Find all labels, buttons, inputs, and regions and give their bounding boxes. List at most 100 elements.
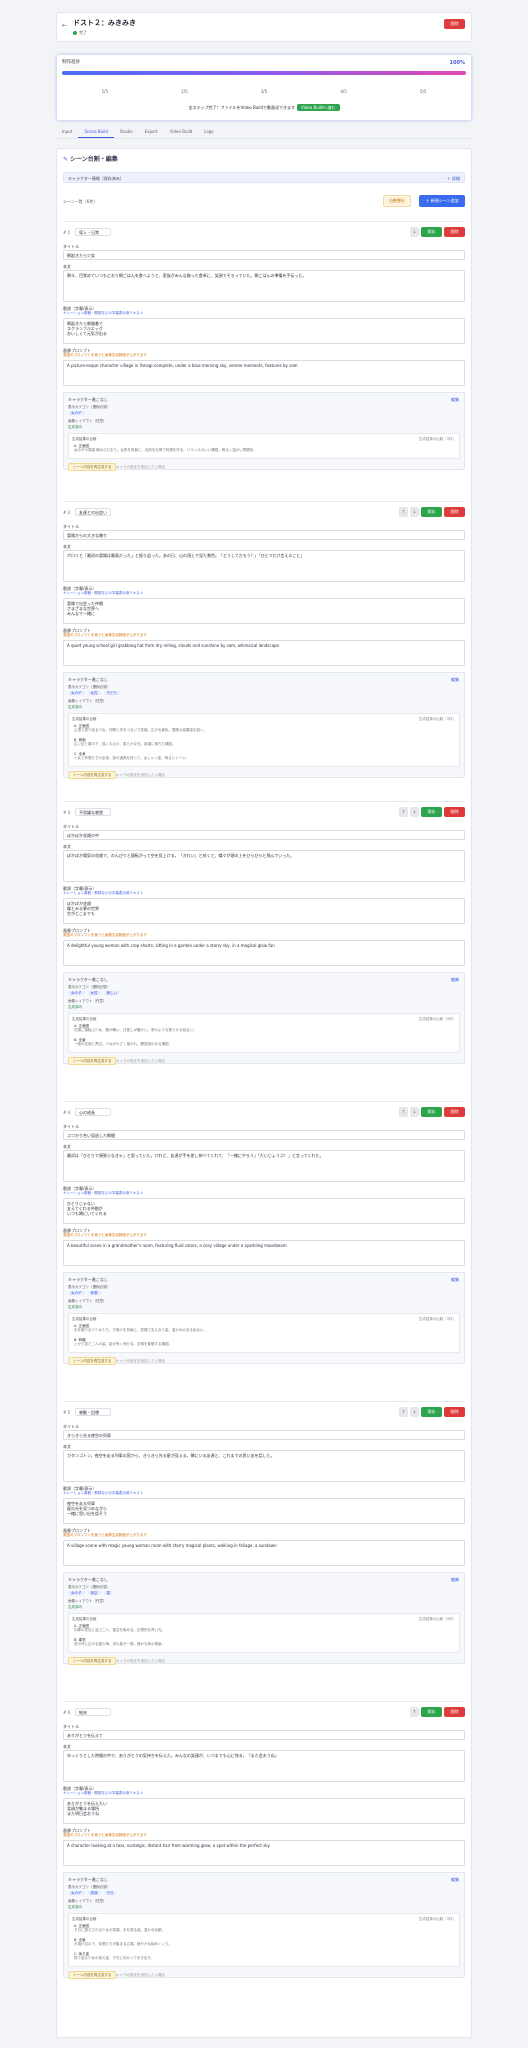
move-up-button[interactable]: ↑ <box>399 807 408 817</box>
category-label: 表示カテゴリ（選択必須） <box>68 685 110 689</box>
emotion-select[interactable]: 感動・回想 <box>75 1408 111 1416</box>
narration-textarea[interactable]: ひとりじゃない 支えてくれる仲間が いつも隣にいてくれる <box>63 1198 465 1224</box>
move-up-button[interactable]: ↑ <box>399 1407 408 1417</box>
move-up-button[interactable]: ↑ <box>399 507 408 517</box>
narration-textarea[interactable]: 朝起きたら制服着て スクランブルエッグ おいしくて元気が出る <box>63 318 465 344</box>
category-chip[interactable]: 子ども <box>103 691 120 696</box>
scene-body-textarea[interactable]: 最初は「ひとりで頑張らなきゃ」と思っていた。けれど、友達が手を差し伸べてくれて、… <box>63 1150 465 1182</box>
emotion-select[interactable]: 友達との出会い <box>75 508 111 516</box>
scene-body-textarea[interactable]: ゆっくりとした時間の中で、ありがとうの気持ちを伝えた。みんなの笑顔が、いつまでも… <box>63 1750 465 1782</box>
tab-video-build[interactable]: Video Build <box>164 128 199 138</box>
tab-studio[interactable]: Studio <box>114 128 139 138</box>
character-panel-title: キャラクター着こなし <box>68 1877 108 1882</box>
category-chip[interactable]: 美しい <box>103 991 120 996</box>
save-scene-button[interactable]: 保存 <box>421 807 442 817</box>
category-chip[interactable]: 仲間 <box>87 1291 101 1296</box>
regenerate-button[interactable]: シーン内容を再生成する <box>68 1057 117 1065</box>
narration-textarea[interactable]: ありがとうを伝えたい 笑顔が集まる場所 また明日会おうね <box>63 1798 465 1824</box>
tab-scene-build[interactable]: Scene Build <box>78 128 114 138</box>
scene-body-textarea[interactable]: ポロリと「最初の冒険は最高だった」と振り返った。あの日、山の頂上で見た景色。「ど… <box>63 550 465 582</box>
scene-title-input[interactable]: ぽかぽか花畑の中 <box>63 830 465 840</box>
scene-title-input[interactable]: ぶつかり合い見逃した瞬間 <box>63 1130 465 1140</box>
category-chip[interactable]: 夜空 <box>87 1591 101 1596</box>
move-up-button[interactable]: ↑ <box>399 1107 408 1117</box>
delete-scene-button[interactable]: 削除 <box>444 1407 465 1417</box>
regenerate-button[interactable]: シーン内容を再生成する <box>68 1357 117 1365</box>
character-edit-link[interactable]: 編集 <box>451 1277 459 1282</box>
profile-bar[interactable]: キャラクター情報（保存済み）＋ 詳細 <box>63 172 465 183</box>
scene-body-textarea[interactable]: ぽかぽか陽気の花畑で、のんびりと寝転がって空を見上げる。「きれい」と呟くと、蝶々… <box>63 850 465 882</box>
image-prompt-textarea[interactable]: A picture-esque character village in Yan… <box>63 360 465 386</box>
category-chip[interactable]: 星 <box>103 1591 113 1596</box>
auto-format-button[interactable]: 自動整形 <box>383 195 411 207</box>
move-down-button[interactable]: ↓ <box>410 1407 419 1417</box>
delete-project-button[interactable]: 削除 <box>444 19 465 29</box>
narration-textarea[interactable]: 冒険で出会った仲間 さまざまな世界へ みんなで一緒に <box>63 598 465 624</box>
narration-textarea[interactable]: ぽかぽか花畑 蝶とみる夢の世界 空がどこまでも <box>63 898 465 924</box>
image-prompt-textarea[interactable]: A character looking at a tear, nostalgic… <box>63 1840 465 1866</box>
character-edit-link[interactable]: 編集 <box>451 1877 459 1882</box>
image-prompt-textarea[interactable]: A quiet young school girl grabbing hat f… <box>63 640 465 666</box>
save-scene-button[interactable]: 保存 <box>421 1107 442 1117</box>
character-edit-link[interactable]: 編集 <box>451 1577 459 1582</box>
move-down-button[interactable]: ↓ <box>410 1107 419 1117</box>
tab-logs[interactable]: Logs <box>198 128 219 138</box>
scene-title-input[interactable]: 冒険からの大きな贈り <box>63 530 465 540</box>
view-compare-title: 生成結果の比較 <box>72 1317 97 1321</box>
category-chip[interactable]: 夕日 <box>103 1891 117 1896</box>
category-chip[interactable]: 笑顔 <box>87 1891 101 1896</box>
editor-title: ✎ シーン台割・編集 <box>63 156 118 163</box>
character-edit-link[interactable]: 編集 <box>451 677 459 682</box>
view-compare-box: 生成結果の比較 生成結果の比較（3件） A. 正面図 列車の窓辺に並ぶ二人、星空を眺め… <box>68 1613 460 1653</box>
move-down-button[interactable]: ↓ <box>410 807 419 817</box>
category-chip[interactable]: 女性 <box>87 991 101 996</box>
narration-textarea[interactable]: 夜空を走る列車 星の光を見つめながら 一緒に思い出を話そう <box>63 1498 465 1524</box>
move-down-button[interactable]: ↓ <box>410 507 419 517</box>
regenerate-button[interactable]: シーン内容を再生成する <box>68 463 117 471</box>
scene-title-input[interactable]: きらきら光る夜空の列車 <box>63 1430 465 1440</box>
add-scene-button[interactable]: ＋ 新規シーン追加 <box>419 195 465 207</box>
delete-scene-button[interactable]: 削除 <box>444 507 465 517</box>
page-header: ← ドスト２：みきみき 完了 削除 <box>56 12 472 42</box>
delete-scene-button[interactable]: 削除 <box>444 1707 465 1717</box>
regenerate-button[interactable]: シーン内容を再生成する <box>68 1971 117 1979</box>
category-chip[interactable]: 女の子 <box>68 411 85 416</box>
image-prompt-textarea[interactable]: A delightful young woman with crop short… <box>63 940 465 966</box>
tab-input[interactable]: Input <box>56 128 78 138</box>
delete-scene-button[interactable]: 削除 <box>444 807 465 817</box>
emotion-select[interactable]: 不思議な感覚 <box>75 808 111 816</box>
category-chip[interactable]: 女の子 <box>68 691 85 696</box>
move-up-button[interactable]: ↑ <box>410 1707 419 1717</box>
character-edit-link[interactable]: 編集 <box>451 977 459 982</box>
layout-label: 画像レイアウト（任意） <box>68 1899 107 1903</box>
image-prompt-textarea[interactable]: A village scene with magic young woman r… <box>63 1540 465 1566</box>
tab-export[interactable]: Export <box>139 128 164 138</box>
category-chip[interactable]: 女の子 <box>68 1291 85 1296</box>
emotion-select[interactable]: 導入・日常 <box>75 228 111 236</box>
character-edit-link[interactable]: 編集 <box>451 397 459 402</box>
scene-title-input[interactable]: 朝起きたら少女 <box>63 250 465 260</box>
delete-scene-button[interactable]: 削除 <box>444 227 465 237</box>
video-build-button[interactable]: Video Buildへ進む <box>297 104 340 111</box>
save-scene-button[interactable]: 保存 <box>421 1707 442 1717</box>
scene-body-textarea[interactable]: 朝々、目覚めていつもどおり朝ごはんを食べようと、家族がみんな揃った食卓に、笑顔で… <box>63 270 465 302</box>
regenerate-button[interactable]: シーン内容を再生成する <box>68 1657 117 1665</box>
regenerate-button[interactable]: シーン内容を再生成する <box>68 771 117 779</box>
category-chip[interactable]: 女の子 <box>68 1891 85 1896</box>
profile-detail-link[interactable]: ＋ 詳細 <box>447 176 460 181</box>
move-down-button[interactable]: ↓ <box>410 227 419 237</box>
back-arrow-icon[interactable]: ← <box>62 22 67 30</box>
scene-title-input[interactable]: ありがとうを伝えて <box>63 1730 465 1740</box>
image-prompt-textarea[interactable]: A beautiful scene in a grandmother's roo… <box>63 1240 465 1266</box>
character-panel-title: キャラクター着こなし <box>68 1277 108 1282</box>
save-scene-button[interactable]: 保存 <box>421 507 442 517</box>
category-chip[interactable]: 女の子 <box>68 991 85 996</box>
delete-scene-button[interactable]: 削除 <box>444 1107 465 1117</box>
scene-body-textarea[interactable]: ガタンゴトン。夜空を走る列車の窓から、きらきら光る星が見える。隣にいる友達と、こ… <box>63 1450 465 1482</box>
category-chip[interactable]: 女性 <box>87 691 101 696</box>
emotion-select[interactable]: 結末 <box>75 1708 111 1716</box>
category-chip[interactable]: 女の子 <box>68 1591 85 1596</box>
emotion-select[interactable]: 心の成長 <box>75 1108 111 1116</box>
save-scene-button[interactable]: 保存 <box>421 1407 442 1417</box>
save-scene-button[interactable]: 保存 <box>421 227 442 237</box>
